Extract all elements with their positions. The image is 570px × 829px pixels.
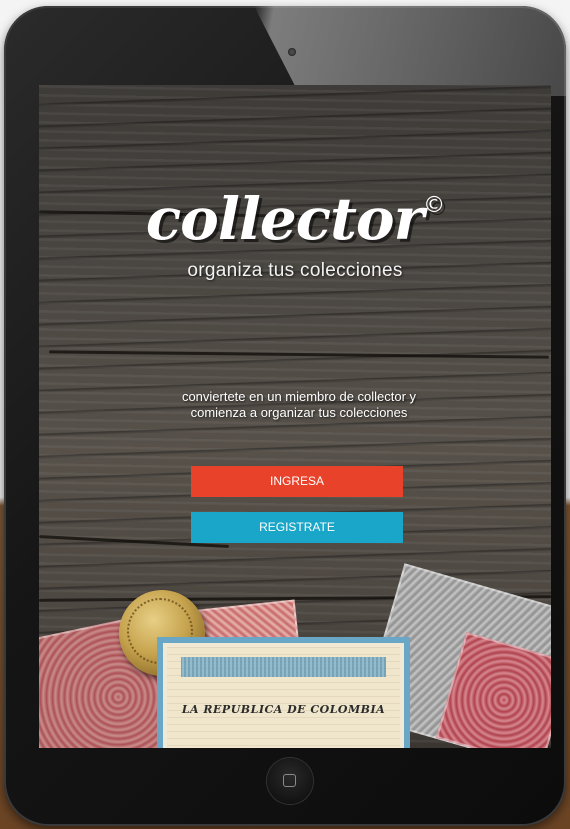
app-screen: collector© organiza tus colecciones conv… xyxy=(39,85,551,748)
login-button[interactable]: INGRESA xyxy=(191,466,403,497)
banknote-image: LA REPUBLICA DE COLOMBIA xyxy=(157,637,410,748)
copyright-symbol: © xyxy=(423,193,445,218)
banknote-header xyxy=(181,657,386,677)
register-button[interactable]: REGISTRATE xyxy=(191,512,403,543)
invite-text: conviertete en un miembro de collector y… xyxy=(181,389,417,420)
camera-icon xyxy=(288,48,296,56)
wood-crack xyxy=(48,350,550,359)
app-logo: collector© xyxy=(39,185,551,253)
logo-wordmark: collector xyxy=(145,185,424,253)
home-icon xyxy=(283,774,296,787)
app-tagline: organiza tus colecciones xyxy=(187,260,403,281)
home-button[interactable] xyxy=(267,758,313,804)
tablet-device: collector© organiza tus colecciones conv… xyxy=(4,6,566,826)
banknote-title: LA REPUBLICA DE COLOMBIA xyxy=(181,703,386,716)
screen-glare xyxy=(254,6,566,96)
